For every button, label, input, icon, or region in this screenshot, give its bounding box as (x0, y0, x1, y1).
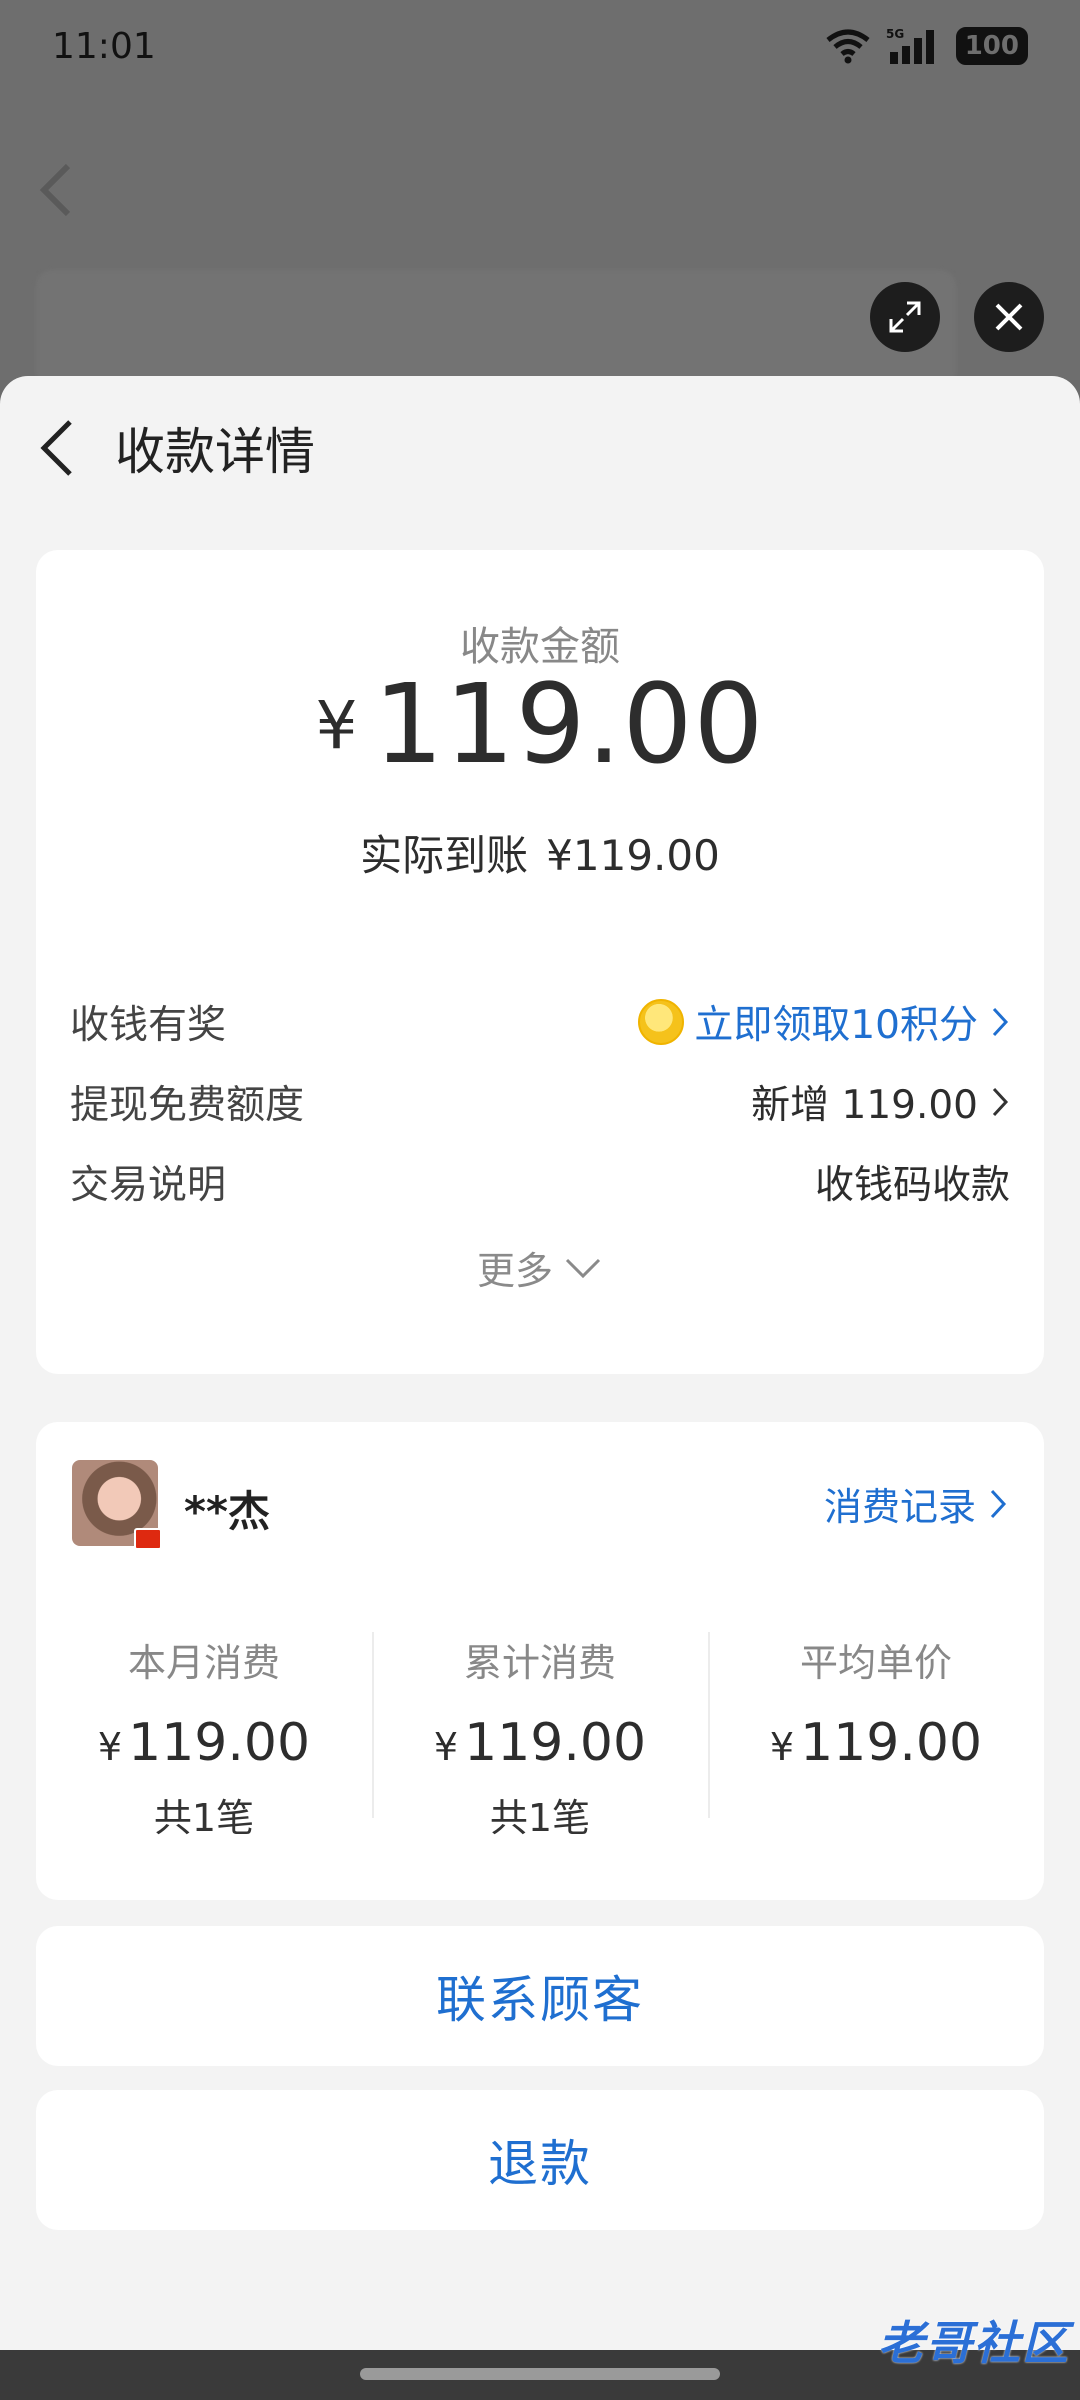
chevron-down-icon (565, 1258, 601, 1278)
stat-amount: ¥119.00 (708, 1713, 1044, 1773)
reward-label: 收钱有奖 (70, 1003, 227, 1048)
stat-count: 共1笔 (489, 1796, 591, 1840)
network-type-label: 5G (886, 27, 904, 41)
stat-amount: ¥119.00 (372, 1713, 708, 1773)
transaction-note-label: 交易说明 (70, 1163, 227, 1208)
stat-amount-value: 119.00 (464, 1713, 647, 1773)
close-button[interactable] (974, 282, 1044, 352)
status-bar: 11:01 5G 100 (0, 0, 1080, 92)
page-title: 收款详情 (115, 423, 315, 481)
background-back-icon (39, 163, 71, 217)
actual-received-label: 实际到账 (360, 831, 529, 880)
expand-icon (889, 301, 921, 333)
coin-icon (638, 999, 685, 1045)
chevron-right-icon (992, 1087, 1009, 1117)
amount-number: 119.00 (373, 660, 765, 788)
status-time: 11:01 (52, 25, 156, 67)
reward-row[interactable]: 收钱有奖 立即领取10积分 (70, 992, 1010, 1052)
customer-stats: 本月消费 ¥119.00 共1笔 累计消费 ¥119.00 共1笔 平均单价 ¥… (36, 1632, 1044, 1840)
cellular-signal-icon: 5G (886, 26, 942, 66)
stat-amount: ¥119.00 (36, 1713, 372, 1773)
customer-name: **杰 (184, 1487, 270, 1536)
actual-received: 实际到账 ¥119.00 (36, 822, 1044, 883)
sheet-header: 收款详情 (0, 376, 1080, 518)
currency-symbol: ¥ (769, 1725, 795, 1769)
stat-title: 平均单价 (799, 1641, 952, 1685)
refund-button[interactable]: 退款 (36, 2090, 1044, 2230)
avatar[interactable] (72, 1460, 162, 1550)
stat-count: 共1笔 (153, 1796, 255, 1840)
wifi-icon (824, 28, 872, 64)
stat-title: 累计消费 (463, 1641, 616, 1685)
reward-link[interactable]: 立即领取10积分 (638, 994, 1010, 1050)
stat-total-spend: 累计消费 ¥119.00 共1笔 (372, 1632, 708, 1840)
stat-title: 本月消费 (127, 1641, 280, 1685)
stat-monthly-spend: 本月消费 ¥119.00 共1笔 (36, 1632, 372, 1840)
transaction-note-value: 收钱码收款 (814, 1163, 1010, 1208)
chevron-right-icon (990, 1489, 1007, 1518)
contact-customer-button[interactable]: 联系顾客 (36, 1926, 1044, 2066)
amount-value: ¥119.00 (36, 660, 1044, 788)
free-withdrawal-link[interactable]: 新增 119.00 (751, 1074, 1010, 1130)
back-button[interactable] (36, 416, 80, 480)
stat-average-price: 平均单价 ¥119.00 (708, 1632, 1044, 1822)
chevron-right-icon (992, 1007, 1009, 1037)
transaction-note-row: 交易说明 收钱码收款 (70, 1152, 1010, 1212)
consumption-record-link[interactable]: 消费记录 (824, 1476, 1008, 1531)
close-icon (995, 303, 1023, 331)
flag-icon (134, 1528, 162, 1550)
actual-received-value: ¥119.00 (546, 831, 720, 880)
stat-amount-value: 119.00 (800, 1713, 983, 1773)
watermark-logo: 老哥社区 (878, 2316, 1070, 2370)
currency-symbol: ¥ (97, 1725, 123, 1769)
battery-level: 100 (964, 31, 1019, 61)
home-indicator[interactable] (360, 2368, 720, 2380)
reward-value: 立即领取10积分 (694, 1003, 978, 1048)
more-label: 更多 (476, 1249, 553, 1293)
background-blur-panel (36, 270, 956, 390)
more-toggle[interactable]: 更多 (36, 1240, 1044, 1295)
free-withdrawal-row[interactable]: 提现免费额度 新增 119.00 (70, 1072, 1010, 1132)
stat-amount-value: 119.00 (128, 1713, 311, 1773)
amount-card: 收款金额 ¥119.00 实际到账 ¥119.00 收钱有奖 立即领取10积分 提… (36, 550, 1044, 1374)
currency-symbol: ¥ (315, 687, 358, 764)
expand-button[interactable] (870, 282, 940, 352)
payment-detail-sheet: 收款详情 收款金额 ¥119.00 实际到账 ¥119.00 收钱有奖 立即领取1… (0, 376, 1080, 2350)
customer-card: **杰 消费记录 本月消费 ¥119.00 共1笔 累计消费 ¥119.00 共… (36, 1422, 1044, 1900)
battery-icon: 100 (955, 27, 1028, 65)
free-withdrawal-value: 新增 119.00 (751, 1083, 978, 1128)
currency-symbol: ¥ (433, 1725, 459, 1769)
free-withdrawal-label: 提现免费额度 (70, 1083, 305, 1128)
consumption-record-label: 消费记录 (823, 1485, 976, 1529)
